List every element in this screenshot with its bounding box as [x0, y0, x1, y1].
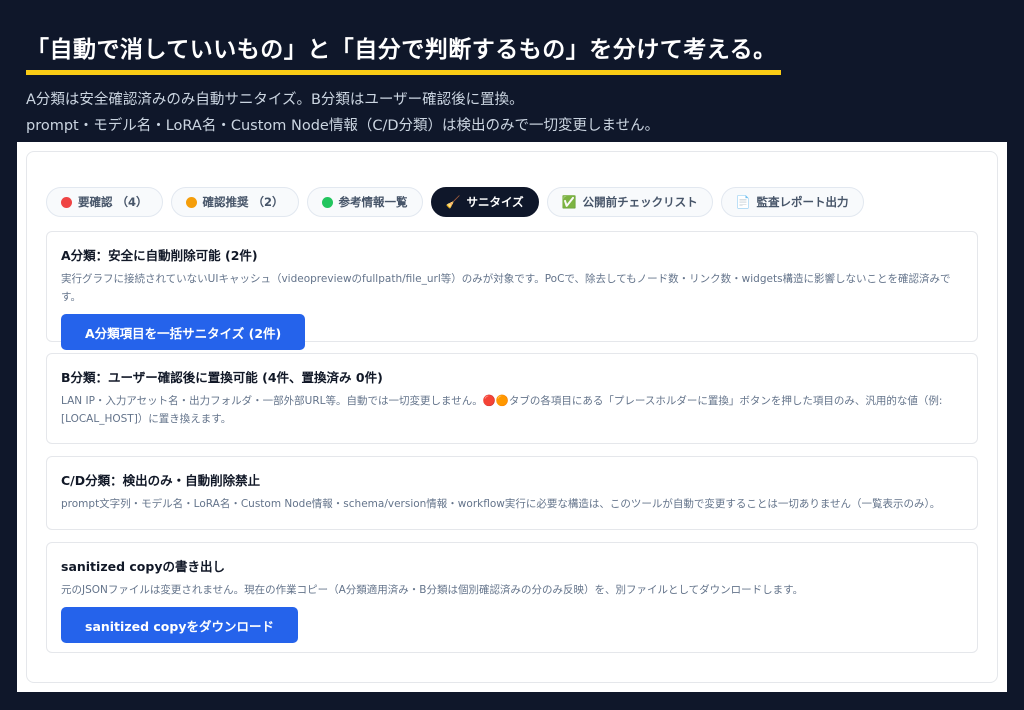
hero-subtitle-line-2: prompt・モデル名・LoRA名・Custom Node情報（C/D分類）は検…: [26, 118, 660, 134]
tab-label: サニタイズ: [466, 195, 524, 209]
hero-subtitle: A分類は安全確認済みのみ自動サニタイズ。B分類はユーザー確認後に置換。 prom…: [26, 87, 1004, 139]
tool-panel-inner: 要確認 （4） 確認推奨 （2） 参考情報一覧 🧹 サニタイズ ✅ 公開前チェッ…: [26, 151, 998, 683]
card-description: 元のJSONファイルは変更されません。現在の作業コピー（A分類適用済み・B分類は…: [61, 584, 804, 596]
tab-sanitize[interactable]: 🧹 サニタイズ: [430, 187, 539, 217]
hero-title: 「自動で消していいもの」と「自分で判断するもの」を分けて考える。: [26, 26, 781, 75]
tab-label: 公開前チェックリスト: [582, 195, 698, 209]
card-title: C/D分類：検出のみ・自動削除禁止: [61, 473, 261, 488]
tab-bar: 要確認 （4） 確認推奨 （2） 参考情報一覧 🧹 サニタイズ ✅ 公開前チェッ…: [46, 187, 864, 217]
card-description: LAN IP・入力アセット名・出力フォルダ・一部外部URL等。自動では一切変更し…: [61, 395, 943, 425]
orange-dot-icon: [185, 196, 197, 208]
card-description: prompt文字列・モデル名・LoRA名・Custom Node情報・schem…: [61, 498, 941, 510]
card-description: 実行グラフに接続されていないUIキャッシュ（videopreviewのfullp…: [61, 273, 951, 303]
card-title: A分類：安全に自動削除可能 (2件): [61, 248, 258, 263]
card-title: sanitized copyの書き出し: [61, 559, 225, 574]
tab-audit-report[interactable]: 📄 監査レポート出力: [720, 187, 864, 217]
card-category-a: A分類：安全に自動削除可能 (2件) 実行グラフに接続されていないUIキャッシュ…: [46, 231, 978, 350]
hero-header: 「自動で消していいもの」と「自分で判断するもの」を分けて考える。 A分類は安全確…: [26, 26, 1004, 139]
red-dot-icon: [61, 196, 72, 208]
tab-label: 確認推奨 （2）: [202, 195, 284, 209]
tab-prepublish-checklist[interactable]: ✅ 公開前チェックリスト: [546, 187, 713, 217]
card-title: B分類：ユーザー確認後に置換可能 (4件、置換済み 0件): [61, 370, 383, 385]
card-sanitized-copy: sanitized copyの書き出し 元のJSONファイルは変更されません。現…: [46, 542, 978, 653]
bulk-sanitize-button[interactable]: A分類項目を一括サニタイズ (2件): [61, 314, 306, 350]
check-mark-icon: ✅: [561, 195, 577, 209]
tab-label: 監査レポート出力: [756, 195, 849, 209]
tool-panel: 要確認 （4） 確認推奨 （2） 参考情報一覧 🧹 サニタイズ ✅ 公開前チェッ…: [17, 142, 1007, 692]
card-category-b: B分類：ユーザー確認後に置換可能 (4件、置換済み 0件) LAN IP・入力ア…: [46, 353, 978, 444]
tab-recommended-review[interactable]: 確認推奨 （2）: [170, 187, 299, 217]
card-category-cd: C/D分類：検出のみ・自動削除禁止 prompt文字列・モデル名・LoRA名・C…: [46, 456, 978, 530]
tab-reference-info[interactable]: 参考情報一覧: [306, 187, 423, 217]
green-dot-icon: [321, 196, 333, 208]
tab-needs-review[interactable]: 要確認 （4）: [46, 187, 163, 217]
tab-label: 参考情報一覧: [338, 195, 408, 209]
hero-subtitle-line-1: A分類は安全確認済みのみ自動サニタイズ。B分類はユーザー確認後に置換。: [26, 92, 524, 108]
tab-label: 要確認 （4）: [78, 195, 148, 209]
broom-icon: 🧹: [445, 195, 461, 209]
download-sanitized-copy-button[interactable]: sanitized copyをダウンロード: [61, 607, 298, 643]
document-icon: 📄: [735, 195, 751, 209]
